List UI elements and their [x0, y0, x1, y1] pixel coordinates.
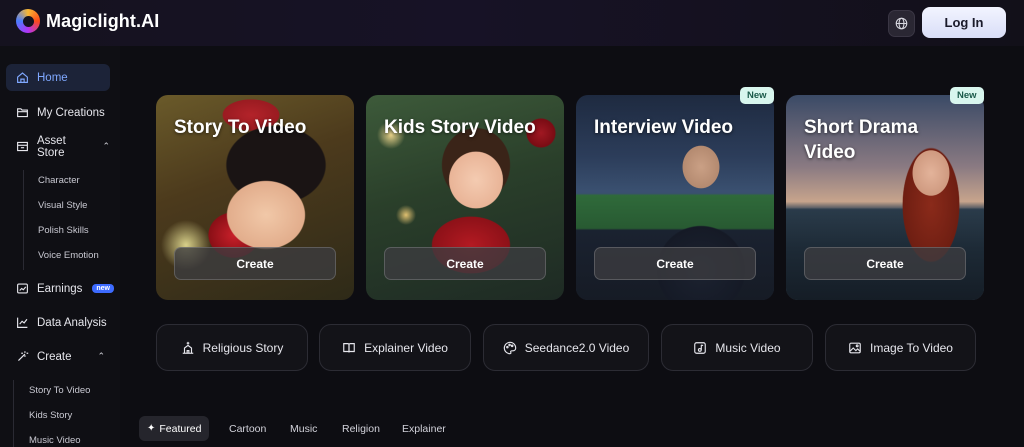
magic-wand-icon: [18, 351, 29, 361]
sidebar-item-label: My Creations: [37, 106, 105, 119]
card-kids-story-video[interactable]: Kids Story Video Create: [366, 95, 564, 300]
submenu-line: [13, 380, 14, 447]
card-title: Story To Video: [174, 117, 307, 138]
folder-icon: [17, 108, 28, 118]
sidebar-subitem-voice-emotion[interactable]: Voice Emotion: [38, 250, 99, 261]
music-note-icon: [694, 341, 707, 354]
logo[interactable]: Magiclight.AI: [16, 9, 159, 33]
sidebar-subitem-story-to-video[interactable]: Story To Video: [29, 385, 90, 396]
logo-text: Magiclight.AI: [46, 10, 160, 31]
login-button[interactable]: Log In: [922, 7, 1006, 38]
card-title: Interview Video: [594, 117, 734, 138]
sidebar-item-label: Home: [37, 71, 68, 84]
sidebar-item-label: Earnings: [37, 282, 83, 295]
language-button[interactable]: [888, 10, 915, 37]
sidebar-item-data-analysis[interactable]: Data Analysis: [6, 309, 110, 336]
seedance-video-button[interactable]: Seedance2.0 Video: [483, 324, 649, 371]
logo-icon: [16, 9, 40, 33]
card-short-drama-video[interactable]: Short Drama Video Create: [786, 95, 984, 300]
religious-story-button[interactable]: Religious Story: [156, 324, 308, 371]
sidebar-subitem-music-video[interactable]: Music Video: [29, 435, 81, 446]
sidebar-item-home[interactable]: Home: [6, 64, 110, 91]
tool-label: Explainer Video: [364, 340, 448, 355]
music-video-button[interactable]: Music Video: [661, 324, 813, 371]
image-to-video-button[interactable]: Image To Video: [825, 324, 976, 371]
store-icon: [17, 141, 28, 152]
analytics-icon: [17, 317, 28, 328]
card-title: Kids Story Video: [384, 117, 536, 138]
tool-label: Music Video: [715, 340, 781, 355]
home-icon: [17, 72, 28, 83]
create-button[interactable]: Create: [804, 247, 966, 280]
tab-cartoon[interactable]: Cartoon: [229, 416, 266, 441]
globe-icon: [895, 17, 908, 30]
tab-featured[interactable]: ✦ Featured: [139, 416, 210, 441]
new-badge: New: [740, 87, 774, 104]
tool-label: Image To Video: [870, 340, 953, 355]
sidebar-item-label: Data Analysis: [37, 316, 107, 329]
create-button[interactable]: Create: [384, 247, 546, 280]
tab-religion[interactable]: Religion: [342, 416, 380, 441]
sidebar-item-label: Create: [37, 350, 72, 363]
chart-icon: [17, 283, 28, 294]
new-badge: new: [92, 284, 115, 293]
palette-icon: [503, 341, 516, 354]
tab-music[interactable]: Music: [290, 416, 317, 441]
sidebar-item-label: Asset Store: [37, 134, 66, 159]
sidebar-subitem-character[interactable]: Character: [38, 175, 80, 186]
sidebar-item-asset-store[interactable]: Asset Store ⌃: [6, 133, 110, 160]
card-interview-video[interactable]: Interview Video Create: [576, 95, 774, 300]
card-story-to-video[interactable]: Story To Video Create: [156, 95, 354, 300]
sidebar-subitem-polish-skills[interactable]: Polish Skills: [38, 225, 89, 236]
new-badge: New: [950, 87, 984, 104]
church-icon: [182, 341, 193, 354]
explainer-video-button[interactable]: Explainer Video: [319, 324, 471, 371]
card-title: Short Drama Video: [804, 117, 919, 163]
tool-label: Seedance2.0 Video: [524, 340, 630, 355]
chevron-up-icon: ⌃: [102, 141, 110, 151]
submenu-line: [23, 170, 24, 270]
sidebar-item-my-creations[interactable]: My Creations: [6, 99, 110, 126]
sidebar-subitem-kids-story[interactable]: Kids Story: [29, 410, 72, 421]
sidebar-item-create[interactable]: Create ⌃: [6, 343, 110, 370]
tool-label: Religious Story: [202, 340, 284, 355]
book-icon: [343, 342, 355, 352]
top-bar: Magiclight.AI Log In: [0, 0, 1024, 46]
sidebar-item-earnings[interactable]: Earnings new: [6, 275, 115, 302]
tab-label: Featured: [159, 422, 202, 435]
create-button[interactable]: Create: [594, 247, 756, 280]
sparkle-icon: ✦: [147, 423, 156, 434]
sidebar-subitem-visual-style[interactable]: Visual Style: [38, 200, 87, 211]
chevron-up-icon: ⌃: [97, 351, 106, 361]
tab-explainer[interactable]: Explainer: [402, 416, 446, 441]
image-icon: [849, 342, 861, 353]
create-button[interactable]: Create: [174, 247, 336, 280]
